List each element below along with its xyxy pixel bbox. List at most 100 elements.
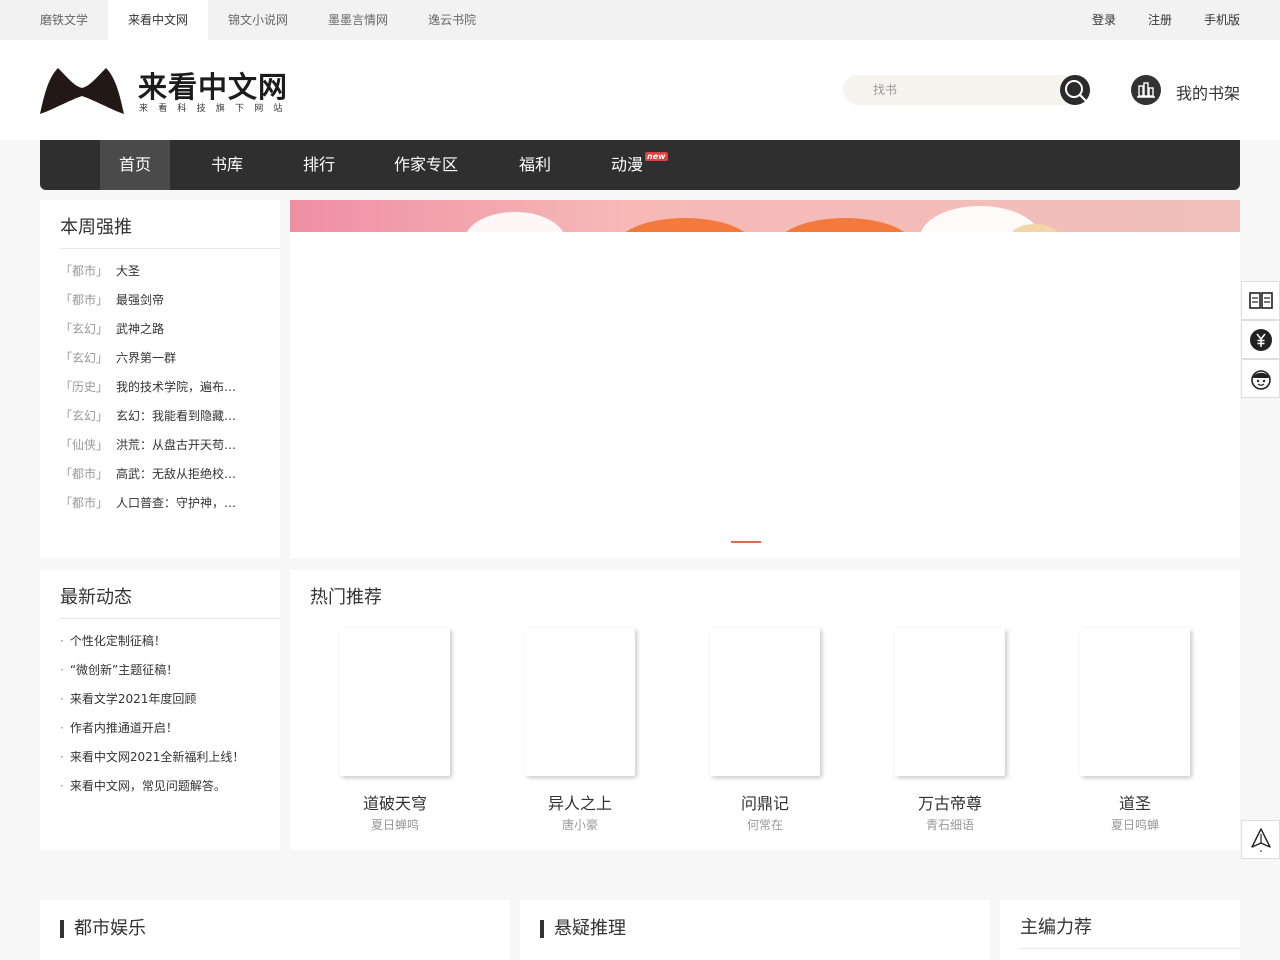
search-input[interactable]: [843, 75, 1058, 105]
bullet: ·: [60, 663, 64, 677]
side-tool-reading[interactable]: [1241, 281, 1280, 320]
section-title-urban: 都市娱乐: [60, 920, 146, 938]
site-header: 来看中文网 来看科技旗下网站 我的书架: [0, 40, 1280, 140]
category-label: 「历史」: [60, 380, 109, 394]
book-title[interactable]: 万古帝尊: [880, 790, 1020, 814]
list-item[interactable]: 「都市」 最强剑帝: [60, 291, 164, 311]
banner-carousel[interactable]: [290, 200, 1240, 558]
list-item[interactable]: 「玄幻」 玄幻：我能看到隐藏…: [60, 407, 236, 427]
book-link[interactable]: 高武：无敌从拒绝校…: [116, 467, 236, 481]
weekly-title: 本周强推: [60, 217, 132, 238]
logo-title[interactable]: 来看中文网: [138, 64, 288, 106]
book-title[interactable]: 问鼎记: [695, 790, 835, 814]
list-item[interactable]: 「都市」 大圣: [60, 262, 140, 282]
site-link-motie[interactable]: 磨铁文学: [20, 0, 108, 40]
book-link[interactable]: 玄幻：我能看到隐藏…: [116, 409, 236, 423]
bookshelf-link[interactable]: 我的书架: [1176, 80, 1240, 104]
register-link[interactable]: 注册: [1148, 0, 1172, 40]
book-link[interactable]: 大圣: [116, 264, 140, 278]
nav-item-welfare[interactable]: 福利: [500, 140, 570, 190]
bullet: ·: [60, 750, 64, 764]
category-label: 「都市」: [60, 293, 109, 307]
news-title: 最新动态: [60, 587, 132, 608]
book-link[interactable]: 武神之路: [116, 322, 164, 336]
category-label: 「都市」: [60, 496, 109, 510]
list-item[interactable]: 「玄幻」 六界第一群: [60, 349, 176, 369]
category-label: 「玄幻」: [60, 322, 109, 336]
urban-section: 都市娱乐: [40, 900, 510, 960]
news-item[interactable]: · 来看中文网，常见问题解答。: [60, 777, 226, 794]
list-item[interactable]: 「玄幻」 武神之路: [60, 320, 164, 340]
news-link[interactable]: 个性化定制征稿！: [70, 634, 166, 648]
nav-item-home[interactable]: 首页: [100, 140, 170, 190]
section-title-editor: 主编力荐: [1020, 917, 1092, 938]
book-card[interactable]: 问鼎记 何常在: [695, 628, 835, 833]
divider: [1020, 948, 1240, 949]
book-card[interactable]: 异人之上 唐小豪: [510, 628, 650, 833]
new-badge: new: [645, 152, 668, 161]
nav-item-authors[interactable]: 作家专区: [386, 140, 466, 190]
news-item[interactable]: · 个性化定制征稿！: [60, 632, 166, 649]
news-link[interactable]: 作者内推通道开启！: [70, 721, 178, 735]
news-link[interactable]: “微创新”主题征稿！: [70, 663, 178, 677]
nav-item-library[interactable]: 书库: [192, 140, 262, 190]
book-card[interactable]: 道圣 夏日鸣蝉: [1065, 628, 1205, 833]
book-title[interactable]: 道破天穹: [325, 790, 465, 814]
book-title[interactable]: 道圣: [1065, 790, 1205, 814]
top-bar: 磨铁文学 来看中文网 锦文小说网 墨墨言情网 逸云书院 登录 注册 手机版: [0, 0, 1280, 40]
news-item[interactable]: · 来看中文网2021全新福利上线！: [60, 748, 244, 765]
book-link[interactable]: 人口普查：守护神，…: [116, 496, 236, 510]
book-cover[interactable]: [710, 628, 820, 776]
site-link-jinwen[interactable]: 锦文小说网: [208, 0, 308, 40]
book-card[interactable]: 万古帝尊 青石细语: [880, 628, 1020, 833]
bullet: ·: [60, 721, 64, 735]
book-cover[interactable]: [895, 628, 1005, 776]
site-link-momo[interactable]: 墨墨言情网: [308, 0, 408, 40]
book-author: 夏日鸣蝉: [1110, 818, 1159, 832]
weekly-panel: 本周强推 「都市」 大圣 「都市」 最强剑帝 「玄幻」 武神之路 「玄幻」 六界第一群 …: [40, 200, 280, 558]
book-card[interactable]: 道破天穹 夏日蝉鸣: [325, 628, 465, 833]
book-link[interactable]: 最强剑帝: [116, 293, 164, 307]
site-links: 磨铁文学 来看中文网 锦文小说网 墨墨言情网 逸云书院: [20, 0, 496, 40]
news-item[interactable]: · 作者内推通道开启！: [60, 719, 178, 736]
book-link[interactable]: 六界第一群: [116, 351, 176, 365]
logo-subtitle: 来看科技旗下网站: [139, 104, 293, 114]
login-link[interactable]: 登录: [1092, 0, 1116, 40]
carousel-indicator[interactable]: [731, 541, 761, 543]
bullet: ·: [60, 634, 64, 648]
list-item[interactable]: 「都市」 人口普查：守护神，…: [60, 494, 236, 514]
banner-image[interactable]: [290, 200, 1240, 232]
news-link[interactable]: 来看文学2021年度回顾: [70, 692, 197, 706]
bullet: ·: [60, 779, 64, 793]
book-cover[interactable]: [340, 628, 450, 776]
book-cover[interactable]: [1080, 628, 1190, 776]
list-item[interactable]: 「历史」 我的技术学院，遍布…: [60, 378, 236, 398]
book-author: 青石细语: [925, 818, 974, 832]
mobile-link[interactable]: 手机版: [1204, 0, 1240, 40]
news-item[interactable]: · “微创新”主题征稿！: [60, 661, 178, 678]
side-tool-recharge[interactable]: [1241, 320, 1280, 359]
bookshelf-icon[interactable]: [1131, 75, 1161, 105]
logo-bowtie-icon[interactable]: [40, 66, 124, 116]
book-open-icon: [1249, 292, 1273, 309]
site-link-yiyun[interactable]: 逸云书院: [408, 0, 496, 40]
book-link[interactable]: 洪荒：从盘古开天苟…: [116, 438, 236, 452]
book-author: 唐小豪: [561, 818, 598, 832]
list-item[interactable]: 「都市」 高武：无敌从拒绝校…: [60, 465, 236, 485]
nav-item-ranking[interactable]: 排行: [284, 140, 354, 190]
nav-item-anime[interactable]: 动漫: [592, 140, 662, 190]
news-link[interactable]: 来看中文网2021全新福利上线！: [70, 750, 245, 764]
divider: [60, 248, 280, 249]
book-link[interactable]: 我的技术学院，遍布…: [116, 380, 236, 394]
book-title[interactable]: 异人之上: [510, 790, 650, 814]
book-cover[interactable]: [525, 628, 635, 776]
customer-service-icon: [1251, 370, 1271, 390]
category-label: 「玄幻」: [60, 351, 109, 365]
news-link[interactable]: 来看中文网，常见问题解答。: [70, 779, 226, 793]
side-tool-service[interactable]: [1241, 359, 1280, 398]
side-tool-feedback[interactable]: [1241, 820, 1280, 859]
search-button[interactable]: [1060, 75, 1090, 105]
list-item[interactable]: 「仙侠」 洪荒：从盘古开天苟…: [60, 436, 236, 456]
news-item[interactable]: · 来看文学2021年度回顾: [60, 690, 196, 707]
site-link-laikan[interactable]: 来看中文网: [108, 0, 209, 40]
